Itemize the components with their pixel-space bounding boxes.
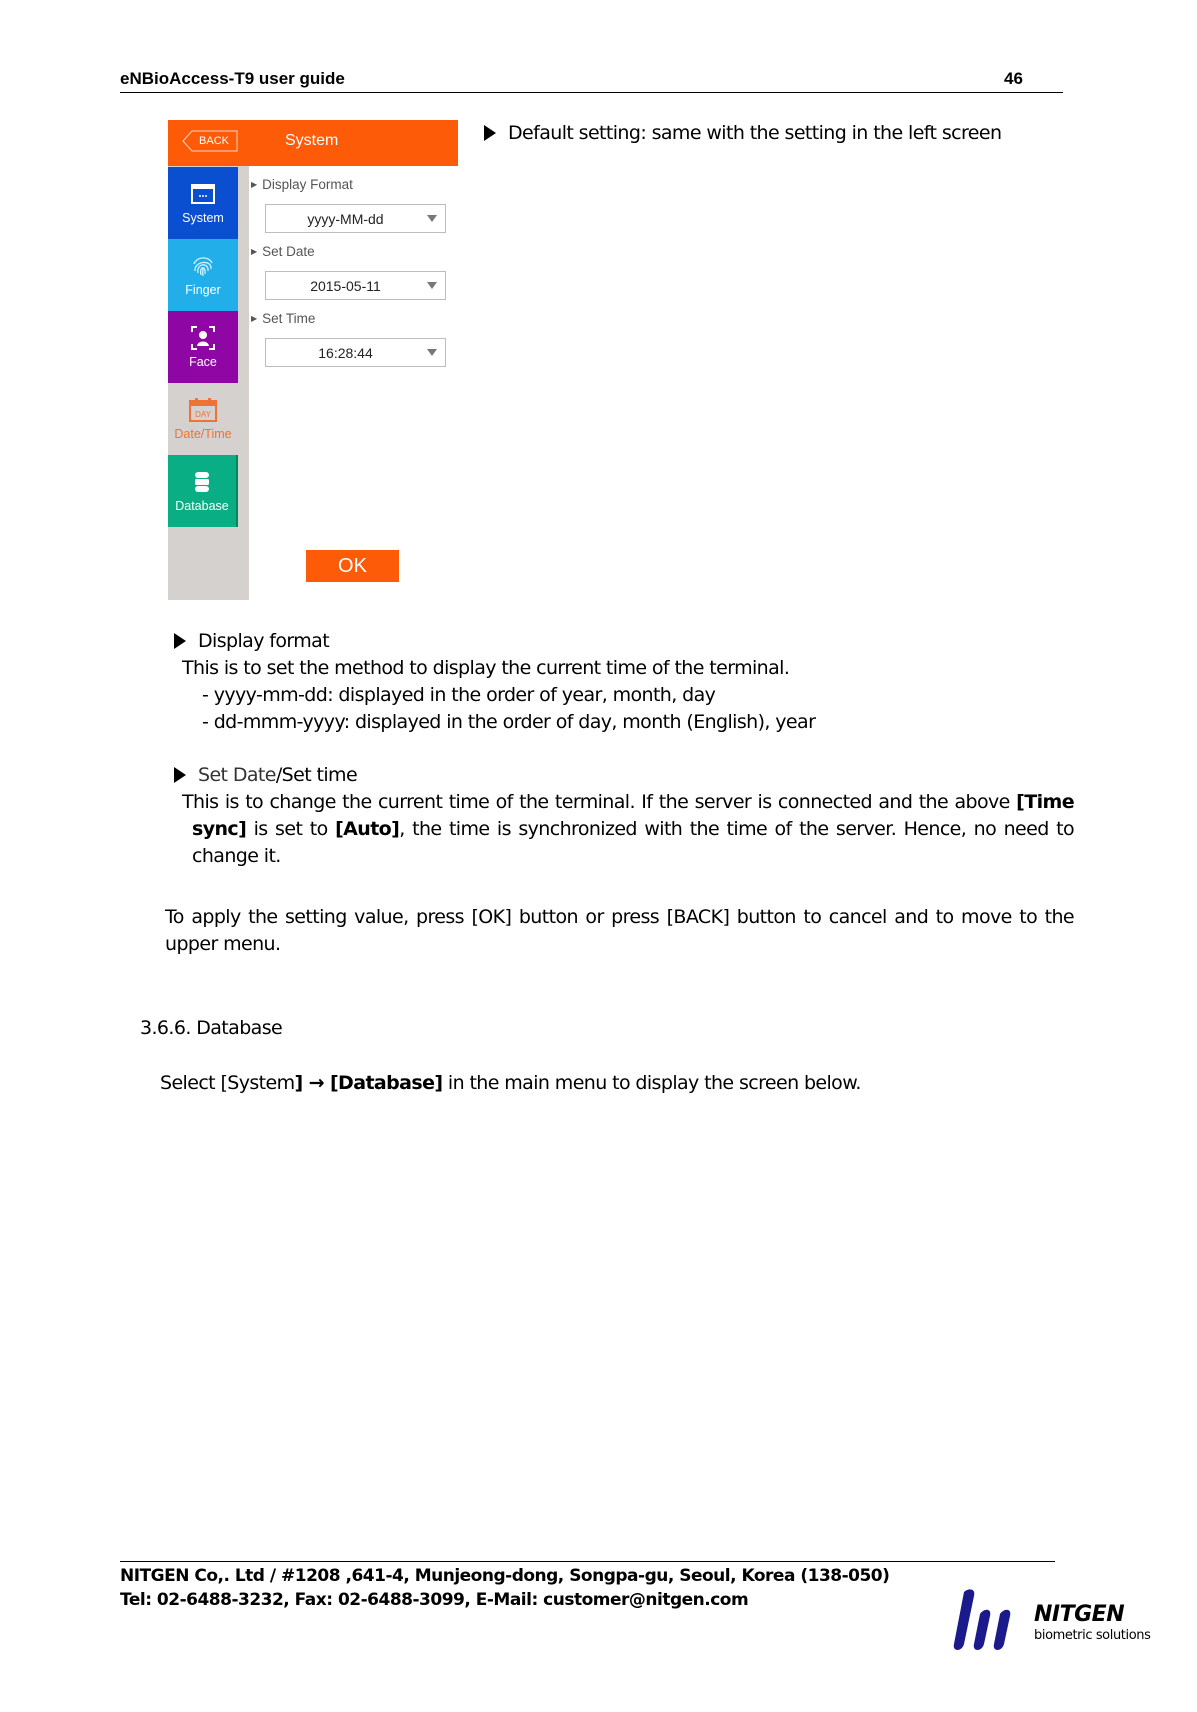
set-date-label: ▶ Set Date [251,244,315,259]
nitgen-logo-mark-icon [953,1589,1011,1650]
chevron-down-icon [427,349,437,356]
section-instruction: Select [System] → [Database] in the main… [160,1072,861,1094]
fingerprint-icon [193,257,213,277]
triangle-bullet-icon: ▶ [251,180,258,189]
svg-text:DAY: DAY [195,410,212,419]
logo-tagline: biometric solutions [1034,1628,1151,1643]
triangle-bullet-icon: ▶ [251,247,258,256]
calendar-day-icon: DAY [189,398,217,422]
display-format-option: - yyyy-mm-dd: displayed in the order of … [202,684,716,706]
display-format-dropdown[interactable]: yyyy-MM-dd [265,204,446,233]
chevron-down-icon [427,282,437,289]
back-button-label: BACK [199,135,229,147]
footer-divider [120,1561,1055,1562]
triangle-bullet-icon: ▶ [251,314,258,323]
bullet-arrow-icon [484,125,496,141]
sidebar-item-finger[interactable]: Finger [168,239,238,311]
set-date-dropdown[interactable]: 2015-05-11 [265,271,446,300]
nitgen-logo [950,1588,1030,1652]
dropdown-value: yyyy-MM-dd [307,211,384,227]
display-format-option: - dd-mmm-yyyy: displayed in the order of… [202,711,816,733]
header-divider [120,92,1063,93]
device-title-bar: BACK System [168,120,458,166]
sidebar-item-label: Face [189,355,217,369]
display-format-heading: Display format [174,628,330,655]
apply-setting-note: To apply the setting value, press [OK] b… [165,906,1075,955]
sidebar-item-system[interactable]: System [168,167,238,239]
set-time-dropdown[interactable]: 16:28:44 [265,338,446,367]
sidebar-item-database[interactable]: Database [168,455,238,527]
logo-name: NITGEN [1034,1602,1125,1627]
default-setting-note: Default setting: same with the setting i… [484,120,1002,147]
section-heading: 3.6.6. Database [140,1017,283,1039]
device-screen: BACK System System Finger Face DAY Date/… [168,120,458,600]
window-icon [191,184,215,204]
face-scan-icon [191,326,215,350]
footer-address: NITGEN Co,. Ltd / #1208 ,641-4, Munjeong… [120,1566,890,1586]
sidebar-item-label: Finger [185,283,221,297]
database-icon [195,472,209,492]
back-button[interactable]: BACK [182,130,238,152]
display-format-label: ▶ Display Format [251,177,353,192]
chevron-down-icon [427,215,437,222]
page-number: 46 [1004,69,1023,88]
document-title: eNBioAccess-T9 user guide [120,69,345,88]
dropdown-value: 2015-05-11 [310,278,381,294]
footer-contact: Tel: 02-6488-3232, Fax: 02-6488-3099, E-… [120,1590,749,1610]
set-time-label: ▶ Set Time [251,311,316,326]
sidebar-item-date-time[interactable]: DAY Date/Time [168,383,238,455]
set-date-time-heading: Set Date/Set time [174,762,358,789]
sidebar-item-label: Database [175,499,229,513]
ok-button[interactable]: OK [306,550,399,582]
bullet-arrow-icon [174,633,186,649]
sidebar-item-label: Date/Time [174,427,232,441]
sidebar-item-label: System [182,211,224,225]
display-format-description: This is to set the method to display the… [182,657,790,679]
dropdown-value: 16:28:44 [318,345,373,361]
device-screen-title: System [285,132,339,149]
sidebar-item-face[interactable]: Face [168,311,238,383]
bullet-arrow-icon [174,767,186,783]
set-date-time-description: This is to change the current time of th… [182,791,1075,867]
